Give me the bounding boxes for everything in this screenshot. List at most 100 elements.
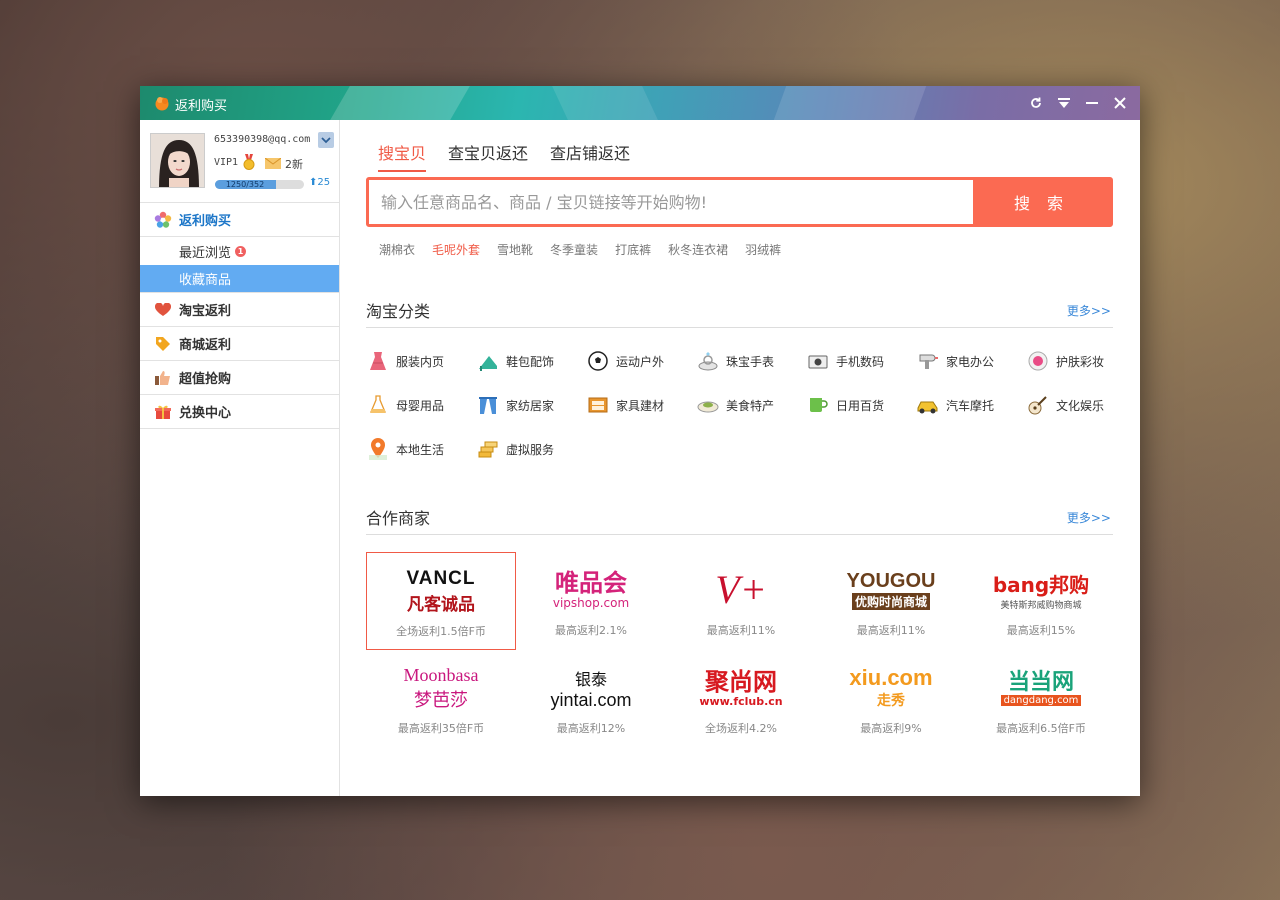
category-label: 护肤彩妆: [1056, 354, 1105, 369]
more-categories-link[interactable]: 更多>>: [1067, 302, 1111, 319]
nav-group-rebate-buy[interactable]: 返利购买: [140, 203, 339, 237]
category-label: 服装内页: [396, 354, 445, 369]
category-item[interactable]: 鞋包配饰: [476, 348, 586, 374]
guitar-icon: [1026, 393, 1050, 417]
football-icon: [586, 349, 610, 373]
merchant-banggo[interactable]: bang邦购 美特斯邦威购物商城 最高返利15%: [966, 552, 1116, 650]
category-label: 家电办公: [946, 354, 995, 369]
category-label: 家具建材: [616, 398, 665, 413]
search-button[interactable]: 搜 索: [973, 180, 1110, 224]
mail-icon[interactable]: [265, 158, 281, 169]
category-item[interactable]: 家纺居家: [476, 392, 586, 418]
app-window: 返利购买 653390398@qq.com VIP1 2新 1250/352 ⬆…: [140, 86, 1140, 796]
merchant-grid: VANCL 凡客诚品 全场返利1.5倍F币 唯品会 vipshop.com 最高…: [366, 552, 1118, 748]
dish-icon: [696, 393, 720, 417]
ring-icon: [696, 349, 720, 373]
merchant-rebate: 最高返利15%: [1006, 624, 1076, 637]
category-grid: 服装内页 鞋包配饰 运动户外 珠宝手表 手机数码 家电办公 护肤彩妆 母婴用品 …: [366, 348, 1126, 462]
merchant-vplus[interactable]: V+ 最高返利11%: [666, 552, 816, 650]
merchant-section-header: 合作商家 更多>>: [366, 497, 1113, 535]
hot-keyword[interactable]: 打底裤: [615, 241, 651, 258]
message-count[interactable]: 2新: [285, 156, 303, 172]
nav-label: 最近浏览: [179, 245, 232, 261]
merchant-yintai[interactable]: 银泰 yintai.com 最高返利12%: [516, 650, 666, 748]
avatar[interactable]: [150, 133, 205, 188]
account-dropdown-button[interactable]: [318, 132, 334, 148]
nav-group-deals[interactable]: 超值抢购: [140, 361, 339, 395]
minimize-button[interactable]: [1082, 92, 1102, 114]
refresh-icon: [1031, 97, 1041, 108]
merchant-moonbasa[interactable]: Moonbasa 梦芭莎 最高返利35倍F币: [366, 650, 516, 748]
tab-check-item-rebate[interactable]: 查宝贝返还: [448, 140, 528, 172]
category-item[interactable]: 家电办公: [916, 348, 1026, 374]
nav-item-recent[interactable]: 最近浏览 1: [140, 237, 339, 265]
category-label: 虚拟服务: [506, 442, 555, 457]
car-icon: [916, 393, 940, 417]
section-title: 合作商家: [366, 509, 431, 528]
nav-item-favorites[interactable]: 收藏商品: [140, 265, 339, 293]
category-item[interactable]: 家具建材: [586, 392, 696, 418]
nav-label: 兑换中心: [179, 406, 232, 421]
sidebar: 653390398@qq.com VIP1 2新 1250/352 ⬆25 返利…: [140, 120, 340, 796]
hot-keyword[interactable]: 雪地靴: [497, 241, 533, 258]
category-label: 本地生活: [396, 442, 445, 457]
close-button[interactable]: [1110, 92, 1130, 114]
category-item[interactable]: 汽车摩托: [916, 392, 1026, 418]
vip-level: VIP1: [214, 157, 239, 168]
merchant-fclub[interactable]: 聚尚网 www.fclub.cn 全场返利4.2%: [666, 650, 816, 748]
hairdryer-icon: [916, 349, 940, 373]
nav-label: 超值抢购: [179, 372, 232, 387]
category-label: 美食特产: [726, 398, 775, 413]
category-item[interactable]: 服装内页: [366, 348, 476, 374]
medal-icon: [243, 154, 255, 170]
category-label: 手机数码: [836, 354, 885, 369]
category-item[interactable]: 日用百货: [806, 392, 916, 418]
category-item[interactable]: 母婴用品: [366, 392, 476, 418]
tab-search-item[interactable]: 搜宝贝: [378, 140, 427, 172]
merchant-rebate: 最高返利9%: [860, 722, 922, 735]
merchant-logo: VANCL 凡客诚品: [406, 567, 476, 615]
refresh-button[interactable]: [1026, 92, 1046, 114]
hot-keyword[interactable]: 秋冬连衣裙: [668, 241, 728, 258]
merchant-xiu[interactable]: xiu.com 走秀 最高返利9%: [816, 650, 966, 748]
merchant-logo: 聚尚网 www.fclub.cn: [699, 667, 783, 708]
category-item[interactable]: 虚拟服务: [476, 436, 586, 462]
menu-button[interactable]: [1054, 92, 1074, 114]
thumbs-up-icon: [154, 369, 172, 387]
merchant-vancl[interactable]: VANCL 凡客诚品 全场返利1.5倍F币: [366, 552, 516, 650]
search-input[interactable]: [369, 180, 973, 224]
merchant-logo: xiu.com 走秀: [849, 665, 933, 710]
category-item[interactable]: 美食特产: [696, 392, 806, 418]
merchant-logo: Moonbasa 梦芭莎: [403, 664, 479, 711]
nav-group-exchange[interactable]: 兑换中心: [140, 395, 339, 429]
category-item[interactable]: 文化娱乐: [1026, 392, 1136, 418]
map-pin-icon: [366, 437, 390, 461]
merchant-yougou[interactable]: YOUGOU 优购时尚商城 最高返利11%: [816, 552, 966, 650]
hot-keyword[interactable]: 冬季童装: [550, 241, 598, 258]
category-item[interactable]: 运动户外: [586, 348, 696, 374]
notification-badge: 1: [235, 245, 247, 257]
category-item[interactable]: 珠宝手表: [696, 348, 806, 374]
merchant-vipshop[interactable]: 唯品会 vipshop.com 最高返利2.1%: [516, 552, 666, 650]
hot-keyword[interactable]: 毛呢外套: [432, 241, 480, 258]
points: ⬆25: [309, 177, 330, 188]
nav-group-mall-rebate[interactable]: 商城返利: [140, 327, 339, 361]
merchant-rebate: 全场返利4.2%: [705, 722, 777, 735]
hot-keyword[interactable]: 羽绒裤: [745, 241, 781, 258]
title-bar: 返利购买: [140, 86, 1140, 120]
tab-check-shop-rebate[interactable]: 查店铺返还: [550, 140, 630, 172]
more-merchants-link[interactable]: 更多>>: [1067, 509, 1111, 526]
points-value: 25: [317, 177, 331, 188]
category-item[interactable]: 本地生活: [366, 436, 476, 462]
hot-keyword[interactable]: 潮棉衣: [379, 241, 415, 258]
drawer-icon: [586, 393, 610, 417]
category-item[interactable]: 手机数码: [806, 348, 916, 374]
search-tabs: 搜宝贝 查宝贝返还 查店铺返还: [378, 140, 630, 172]
nav-group-taobao-rebate[interactable]: 淘宝返利: [140, 293, 339, 327]
merchant-dangdang[interactable]: 当当网 dangdang.com 最高返利6.5倍F币: [966, 650, 1116, 748]
category-item[interactable]: 护肤彩妆: [1026, 348, 1136, 374]
category-label: 汽车摩托: [946, 398, 995, 413]
cup-icon: [806, 393, 830, 417]
app-logo-icon: [155, 97, 169, 111]
dropdown-menu-icon: [1058, 98, 1070, 108]
